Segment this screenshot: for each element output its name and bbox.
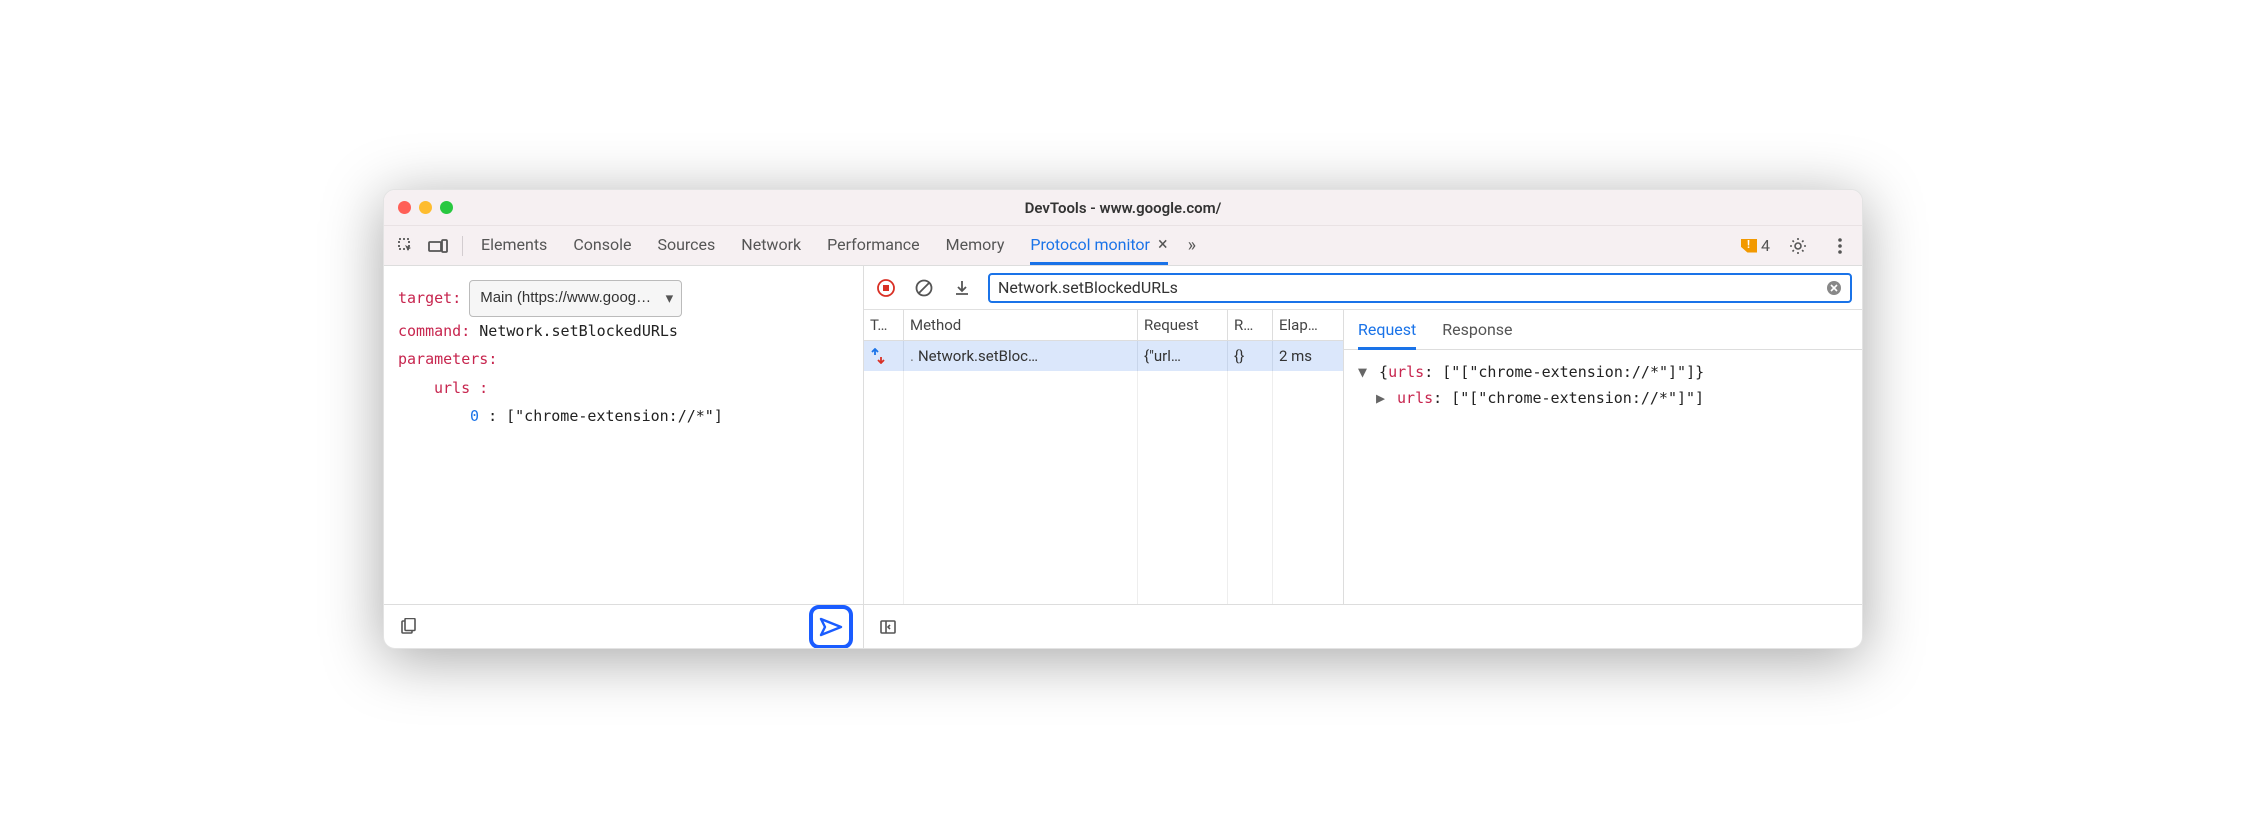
zoom-window-button[interactable] [440,201,453,214]
detail-pane: Request Response ▼ {urls: ["["chrome-ext… [1344,310,1862,604]
panel-tabs: Elements Console Sources Network Perform… [481,227,1168,264]
monitor-toolbar: Network.setBlockedURLs [864,266,1862,310]
tree-line-2[interactable]: ▶ urls: ["["chrome-extension://*"]"] [1376,386,1848,412]
grid-empty [864,371,1343,604]
kebab-menu-icon[interactable] [1826,232,1854,260]
tab-network[interactable]: Network [741,227,801,264]
tab-performance[interactable]: Performance [827,227,920,264]
warning-count: 4 [1761,236,1770,255]
warnings-badge[interactable]: 4 [1741,236,1770,255]
command-editor-pane: target: Main (https://www.goog… command:… [384,266,864,648]
monitor-footbar [864,604,1862,648]
main-tabbar: Elements Console Sources Network Perform… [384,226,1862,266]
command-value: Network.setBlockedURLs [479,322,678,340]
command-editor: target: Main (https://www.goog… command:… [384,266,863,604]
toolbar-right: 4 [1741,232,1854,260]
col-request[interactable]: Request [1138,310,1228,340]
target-label: target: [398,284,461,313]
row-type-icon [864,341,904,371]
target-row: target: Main (https://www.goog… [398,280,849,317]
parameters-row: parameters: [398,345,849,374]
collapse-arrow-icon[interactable]: ▶ [1376,386,1388,412]
separator [462,236,463,256]
warning-icon [1741,239,1757,253]
tab-sources[interactable]: Sources [657,227,715,264]
copy-icon[interactable] [394,613,422,641]
tree-line-1[interactable]: ▼ {urls: ["["chrome-extension://*"]"]} [1358,360,1848,386]
param-index: 0 [470,407,479,425]
clear-filter-icon[interactable] [1826,280,1842,296]
row-response: {} [1228,341,1273,371]
command-label: command: [398,322,470,340]
col-response[interactable]: R… [1228,310,1273,340]
target-select[interactable]: Main (https://www.goog… [469,280,682,317]
command-row: command: Network.setBlockedURLs [398,317,849,346]
row-method: Network.setBloc… [918,347,1038,365]
close-tab-icon[interactable]: × [1158,236,1168,254]
param-item-row: 0 : ["chrome-extension://*"] [470,402,849,431]
inspect-icon[interactable] [392,232,420,260]
close-window-button[interactable] [398,201,411,214]
grid-header: T… Method Request R… Elap… [864,310,1343,341]
monitor-mid: T… Method Request R… Elap… .Network.setB… [864,310,1862,604]
grid-row[interactable]: .Network.setBloc… {"url… {} 2 ms [864,341,1343,371]
tab-console[interactable]: Console [573,227,631,264]
record-icon[interactable] [874,276,898,300]
traffic-lights [398,201,453,214]
filter-value: Network.setBlockedURLs [998,278,1178,297]
param-key: urls : [434,379,488,397]
param-value: ["chrome-extension://*"] [506,407,723,425]
settings-icon[interactable] [1784,232,1812,260]
tab-memory[interactable]: Memory [946,227,1005,264]
tab-elements[interactable]: Elements [481,227,547,264]
detail-tabs: Request Response [1344,310,1862,350]
filter-input[interactable]: Network.setBlockedURLs [988,273,1852,303]
col-type[interactable]: T… [864,310,904,340]
detail-body: ▼ {urls: ["["chrome-extension://*"]"]} ▶… [1344,350,1862,604]
send-command-button[interactable] [809,605,853,649]
editor-footbar [384,604,863,648]
row-elapsed: 2 ms [1273,341,1343,371]
more-tabs-icon[interactable]: » [1188,235,1196,256]
devtools-window: DevTools - www.google.com/ Elements Cons… [383,189,1863,649]
row-request: {"url… [1138,341,1228,371]
param-urls-row: urls : [434,374,849,403]
col-elapsed[interactable]: Elap… [1273,310,1343,340]
expand-arrow-icon[interactable]: ▼ [1358,360,1370,386]
toggle-sidebar-icon[interactable] [874,613,902,641]
titlebar: DevTools - www.google.com/ [384,190,1862,226]
detail-tab-request[interactable]: Request [1358,316,1416,350]
minimize-window-button[interactable] [419,201,432,214]
tab-label: Protocol monitor [1030,235,1150,254]
parameters-label: parameters: [398,350,497,368]
col-method[interactable]: Method [904,310,1138,340]
device-toolbar-icon[interactable] [424,232,452,260]
tab-protocol-monitor[interactable]: Protocol monitor × [1030,227,1167,265]
panel-body: target: Main (https://www.goog… command:… [384,266,1862,648]
detail-tab-response[interactable]: Response [1442,316,1512,349]
download-icon[interactable] [950,276,974,300]
clear-icon[interactable] [912,276,936,300]
window-title: DevTools - www.google.com/ [1025,199,1222,217]
monitor-pane: Network.setBlockedURLs T… Method Request… [864,266,1862,648]
messages-grid: T… Method Request R… Elap… .Network.setB… [864,310,1344,604]
